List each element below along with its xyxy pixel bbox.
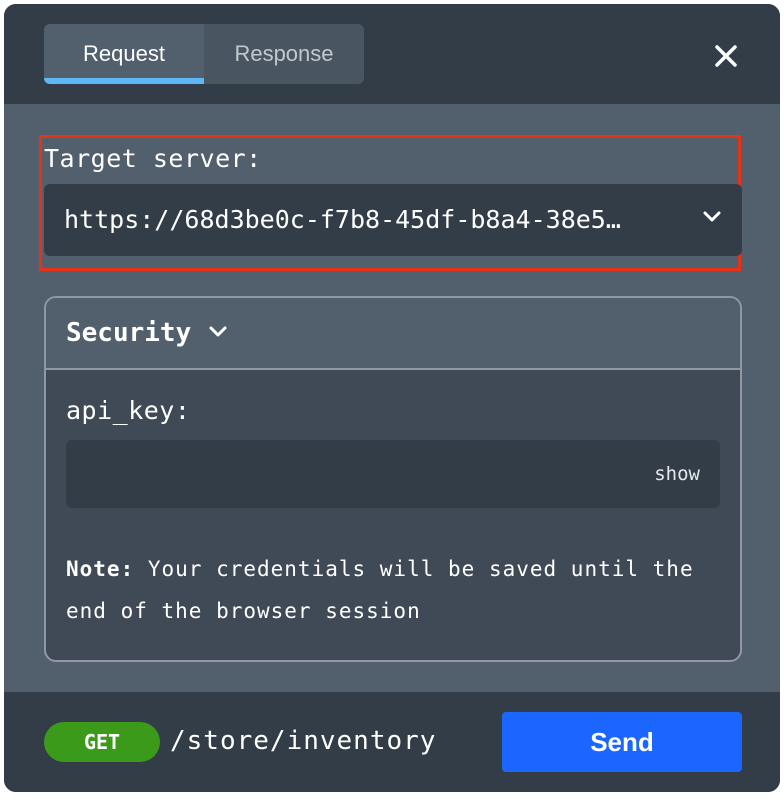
- note-text: Your credentials will be saved until the…: [66, 557, 694, 623]
- panel-footer: GET /store/inventory Send: [4, 692, 780, 792]
- api-key-label: api_key:: [66, 396, 191, 425]
- target-server-value: https://68d3be0c-f7b8-45df-b8a4-38e5…: [64, 205, 621, 234]
- try-it-panel: Request Response Target server: https://…: [4, 4, 780, 792]
- panel-header: Request Response: [4, 4, 780, 104]
- close-icon: [715, 45, 737, 67]
- chevron-down-icon: [703, 211, 721, 222]
- close-button[interactable]: [706, 36, 746, 76]
- endpoint-path: /store/inventory: [170, 726, 437, 756]
- tab-bar: Request Response: [44, 24, 364, 84]
- send-button[interactable]: Send: [502, 712, 742, 772]
- target-server-label: Target server:: [44, 144, 262, 173]
- security-section: Security api_key: show Note: Your creden…: [44, 296, 742, 662]
- credentials-note: Note: Your credentials will be saved unt…: [66, 548, 726, 632]
- tab-request[interactable]: Request: [44, 24, 204, 84]
- security-toggle[interactable]: Security: [46, 298, 740, 370]
- tab-response[interactable]: Response: [204, 24, 364, 84]
- chevron-down-icon: [209, 326, 227, 337]
- target-server-select[interactable]: https://68d3be0c-f7b8-45df-b8a4-38e5…: [44, 184, 742, 256]
- api-key-input[interactable]: show: [66, 440, 720, 508]
- note-label: Note:: [66, 557, 135, 581]
- http-method-badge: GET: [44, 722, 160, 762]
- show-password-button[interactable]: show: [654, 440, 700, 508]
- security-title: Security: [66, 318, 192, 348]
